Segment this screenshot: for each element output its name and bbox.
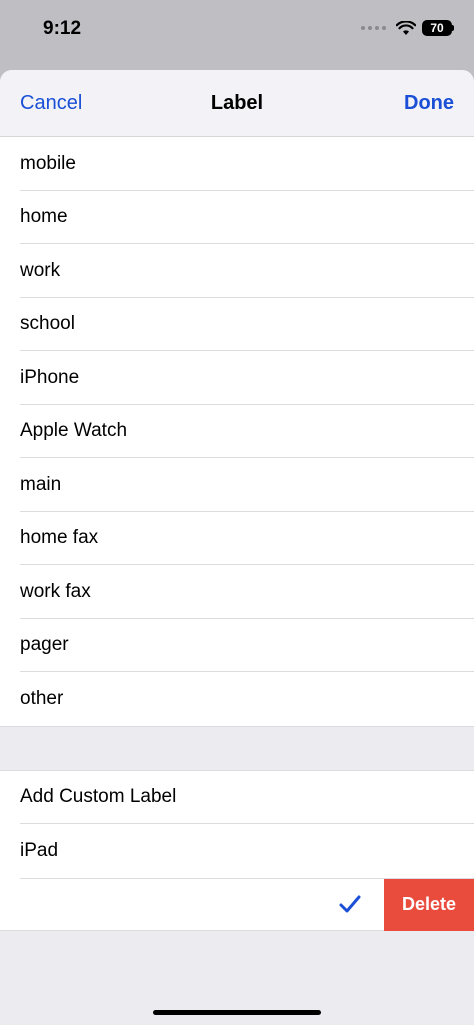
add-custom-label-text: Add Custom Label (20, 786, 177, 808)
section-spacer (0, 726, 474, 770)
label-option-work[interactable]: work (0, 244, 474, 298)
label-option-mobile[interactable]: mobile (0, 137, 474, 191)
label-text: Apple Watch (20, 420, 128, 442)
label-text: home (20, 206, 68, 228)
status-icons: 70 (361, 20, 454, 36)
battery-level: 70 (430, 21, 444, 35)
label-text: work fax (20, 580, 91, 602)
delete-button[interactable]: Delete (384, 877, 474, 931)
label-option-pager[interactable]: pager (0, 618, 474, 672)
done-button[interactable]: Done (404, 92, 454, 115)
label-text: iPhone (20, 366, 80, 388)
cellular-signal-icon (361, 26, 386, 30)
label-text: mobile (20, 152, 76, 174)
home-indicator[interactable] (153, 1010, 321, 1015)
label-option-home-fax[interactable]: home fax (0, 511, 474, 565)
custom-labels-list: Add Custom Label iPad Delete (0, 769, 474, 931)
label-text: work (20, 259, 61, 281)
label-option-main[interactable]: main (0, 458, 474, 512)
add-custom-label-button[interactable]: Add Custom Label (0, 770, 474, 824)
label-picker-sheet: Cancel Label Done mobile home work schoo… (0, 70, 474, 1025)
label-option-home[interactable]: home (0, 190, 474, 244)
label-option-apple-watch[interactable]: Apple Watch (0, 404, 474, 458)
label-option-school[interactable]: school (0, 297, 474, 351)
checkmark-icon[interactable] (338, 892, 362, 916)
page-title: Label (210, 92, 264, 114)
custom-label-option-ipad[interactable]: iPad (0, 824, 474, 878)
wifi-icon (396, 20, 416, 35)
nav-bar: Cancel Label Done (0, 70, 474, 137)
label-text: other (20, 687, 64, 709)
standard-labels-list: mobile home work school iPhone Apple Wat… (0, 137, 474, 727)
label-option-work-fax[interactable]: work fax (0, 565, 474, 619)
battery-icon: 70 (422, 20, 452, 36)
custom-label-edit-row: Delete (0, 877, 474, 931)
label-text: home fax (20, 527, 99, 549)
label-option-other[interactable]: other (0, 672, 474, 726)
status-time: 9:12 (43, 18, 82, 39)
label-text: main (20, 473, 62, 495)
battery-cap (452, 25, 454, 31)
label-text: pager (20, 634, 69, 656)
label-option-iphone[interactable]: iPhone (0, 351, 474, 405)
label-text: iPad (20, 839, 59, 861)
status-bar: 9:12 70 (0, 0, 474, 70)
label-text: school (20, 313, 75, 335)
